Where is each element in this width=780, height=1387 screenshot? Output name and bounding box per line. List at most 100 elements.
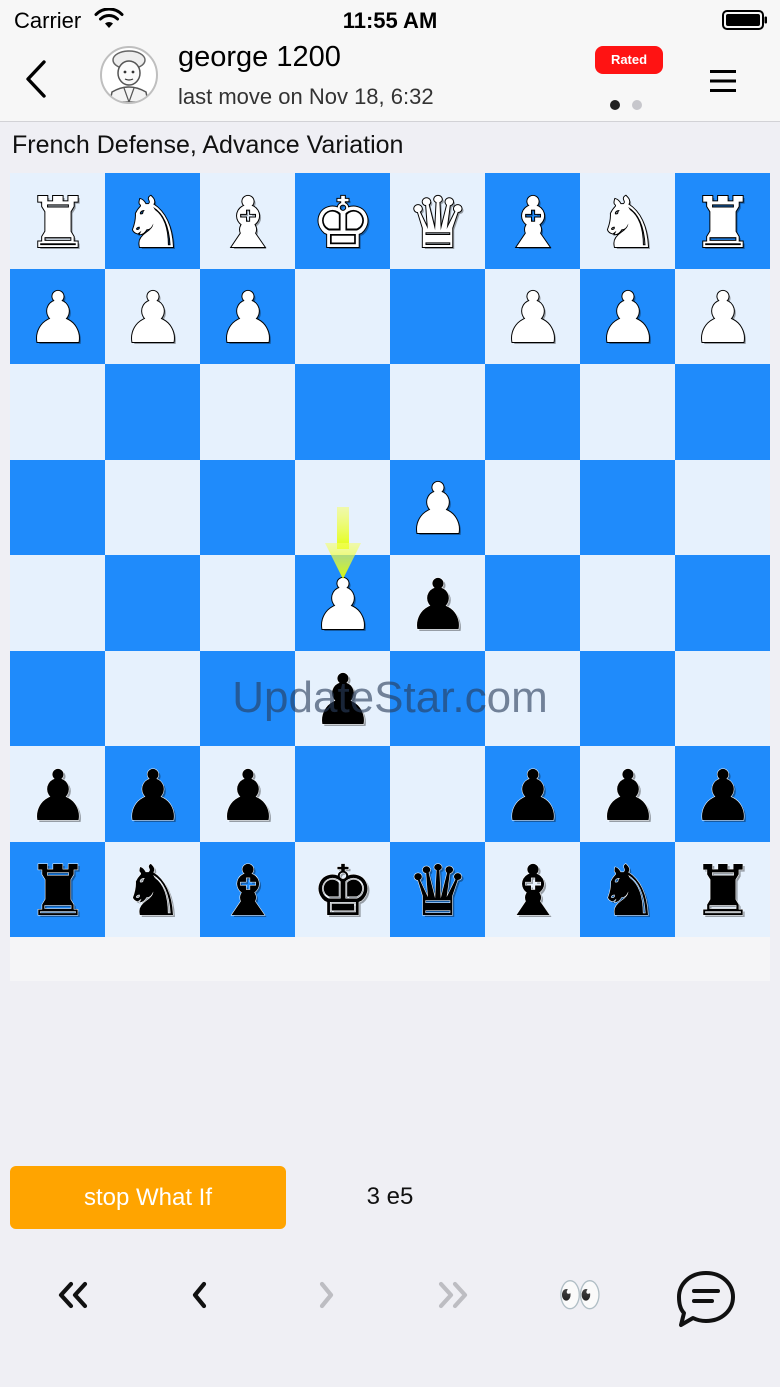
board-square[interactable]	[390, 364, 485, 460]
page-indicator[interactable]	[610, 100, 650, 112]
board-square[interactable]: ♟ ♟	[580, 746, 675, 842]
stop-what-if-button[interactable]: stop What If	[10, 1166, 286, 1229]
board-square[interactable]	[295, 746, 390, 842]
board-square[interactable]	[580, 650, 675, 746]
black-pawn-icon[interactable]: ♟♟	[588, 754, 668, 834]
black-knight-icon[interactable]: ♞♞	[113, 849, 193, 930]
last-move-button[interactable]	[426, 1270, 480, 1320]
white-knight-icon[interactable]: ♞♞	[588, 181, 668, 261]
board-square[interactable]	[485, 555, 580, 651]
board-square[interactable]	[105, 364, 200, 460]
black-pawn-icon[interactable]: ♟♟	[18, 754, 98, 834]
board-square[interactable]	[200, 555, 295, 651]
board-square[interactable]	[390, 650, 485, 746]
white-knight-icon[interactable]: ♞♞	[113, 181, 193, 261]
black-pawn-icon[interactable]: ♟♟	[208, 754, 288, 834]
board-square[interactable]	[295, 268, 390, 364]
board-square[interactable]: ♝ ♝	[485, 841, 580, 937]
white-rook-icon[interactable]: ♜♜	[683, 181, 763, 261]
previous-move-button[interactable]	[178, 1270, 222, 1320]
white-pawn-icon[interactable]: ♟♟	[398, 467, 478, 547]
board-square[interactable]	[485, 459, 580, 555]
board-square[interactable]: ♟ ♟	[10, 268, 105, 364]
white-bishop-icon[interactable]: ♝♝	[493, 181, 573, 261]
black-pawn-icon[interactable]: ♟♟	[303, 658, 383, 739]
white-pawn-icon[interactable]: ♟♟	[493, 276, 573, 356]
black-pawn-icon[interactable]: ♟♟	[398, 563, 478, 643]
white-pawn-icon[interactable]: ♟♟	[208, 276, 288, 356]
board-square[interactable]: ♞ ♞	[105, 841, 200, 937]
white-pawn-icon[interactable]: ♟♟	[683, 276, 763, 356]
board-square[interactable]: ♛ ♛	[390, 173, 485, 269]
board-square[interactable]	[200, 459, 295, 555]
back-button[interactable]	[16, 56, 56, 102]
white-pawn-icon[interactable]: ♟♟	[113, 276, 193, 356]
black-king-icon[interactable]: ♚♚	[303, 849, 383, 930]
black-queen-icon[interactable]: ♛♛	[398, 849, 478, 930]
board-square[interactable]: ♟ ♟	[105, 746, 200, 842]
board-square[interactable]	[580, 555, 675, 651]
board-square[interactable]: ♟ ♟	[675, 746, 770, 842]
board-square[interactable]: ♞ ♞	[580, 173, 675, 269]
board-square[interactable]	[10, 364, 105, 460]
board-square[interactable]: ♜ ♜	[675, 841, 770, 937]
board-square[interactable]	[675, 555, 770, 651]
board-square[interactable]	[390, 268, 485, 364]
board-square[interactable]: ♟ ♟	[295, 650, 390, 746]
board-square[interactable]: ♟ ♟	[295, 555, 390, 651]
board-square[interactable]: ♛ ♛	[390, 841, 485, 937]
board-square[interactable]: ♚ ♚	[295, 173, 390, 269]
board-square[interactable]: ♟ ♟	[485, 268, 580, 364]
eyes-icon[interactable]: 👀	[552, 1270, 608, 1320]
board-square[interactable]: ♟ ♟	[390, 555, 485, 651]
board-square[interactable]: ♜ ♜	[10, 173, 105, 269]
black-rook-icon[interactable]: ♜♜	[683, 849, 763, 930]
white-rook-icon[interactable]: ♜♜	[18, 181, 98, 261]
black-pawn-icon[interactable]: ♟♟	[113, 754, 193, 834]
board-square[interactable]: ♞ ♞	[580, 841, 675, 937]
white-queen-icon[interactable]: ♛♛	[398, 181, 478, 261]
board-square[interactable]: ♝ ♝	[485, 173, 580, 269]
board-square[interactable]	[485, 364, 580, 460]
board-square[interactable]: ♟ ♟	[105, 268, 200, 364]
board-square[interactable]: ♟ ♟	[10, 746, 105, 842]
board-square[interactable]	[295, 364, 390, 460]
black-pawn-icon[interactable]: ♟♟	[493, 754, 573, 834]
white-bishop-icon[interactable]: ♝♝	[208, 181, 288, 261]
board-square[interactable]	[390, 746, 485, 842]
black-knight-icon[interactable]: ♞♞	[588, 849, 668, 930]
first-move-button[interactable]	[46, 1270, 100, 1320]
board-square[interactable]	[105, 555, 200, 651]
white-pawn-icon[interactable]: ♟♟	[588, 276, 668, 356]
black-bishop-icon[interactable]: ♝♝	[493, 849, 573, 930]
board-square[interactable]	[10, 459, 105, 555]
white-pawn-icon[interactable]: ♟♟	[18, 276, 98, 356]
black-rook-icon[interactable]: ♜♜	[18, 849, 98, 930]
chat-bubble-icon[interactable]	[674, 1268, 738, 1330]
white-king-icon[interactable]: ♚♚	[303, 181, 383, 261]
board-square[interactable]	[675, 459, 770, 555]
board-square[interactable]	[200, 650, 295, 746]
board-square[interactable]	[580, 459, 675, 555]
board-square[interactable]	[295, 459, 390, 555]
board-square[interactable]	[675, 650, 770, 746]
board-square[interactable]: ♞ ♞	[105, 173, 200, 269]
board-square[interactable]: ♟ ♟	[485, 746, 580, 842]
player-avatar[interactable]	[100, 46, 158, 104]
board-square[interactable]: ♝ ♝	[200, 173, 295, 269]
board-square[interactable]	[485, 650, 580, 746]
black-bishop-icon[interactable]: ♝♝	[208, 849, 288, 930]
board-square[interactable]: ♚ ♚	[295, 841, 390, 937]
board-square[interactable]: ♟ ♟	[675, 268, 770, 364]
board-square[interactable]	[10, 555, 105, 651]
board-square[interactable]: ♜ ♜	[10, 841, 105, 937]
white-pawn-icon[interactable]: ♟♟	[303, 563, 383, 643]
black-pawn-icon[interactable]: ♟♟	[683, 754, 763, 834]
board-square[interactable]: ♟ ♟	[200, 746, 295, 842]
menu-button[interactable]	[706, 64, 740, 98]
board-square[interactable]	[675, 364, 770, 460]
board-square[interactable]	[10, 650, 105, 746]
board-square[interactable]: ♟ ♟	[390, 459, 485, 555]
board-square[interactable]	[200, 364, 295, 460]
board-square[interactable]: ♜ ♜	[675, 173, 770, 269]
